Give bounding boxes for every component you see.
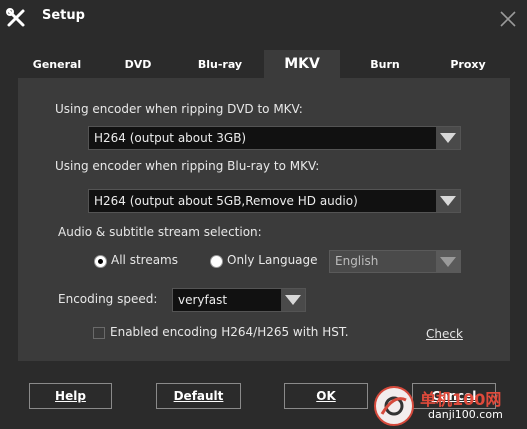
bluray-encoder-label: Using encoder when ripping Blu-ray to MK… — [55, 159, 320, 173]
chevron-down-icon[interactable] — [436, 251, 460, 272]
radio-unchecked-icon[interactable] — [210, 255, 223, 268]
help-button-label: Help — [55, 389, 86, 403]
tools-icon — [6, 8, 25, 27]
tab-bluray[interactable]: Blu-ray — [182, 51, 258, 78]
site-logo-icon — [374, 386, 414, 426]
site-watermark: 单机100网 danji100.com — [370, 384, 527, 429]
default-button-label: Default — [173, 389, 224, 403]
tab-burn[interactable]: Burn — [348, 51, 422, 78]
chevron-down-icon[interactable] — [436, 190, 460, 212]
close-icon[interactable] — [499, 10, 517, 28]
dvd-encoder-value: H264 (output about 3GB) — [94, 131, 247, 145]
tab-mkv[interactable]: MKV — [264, 50, 340, 78]
title-bar: Setup — [0, 0, 527, 38]
watermark-url: danji100.com — [428, 408, 503, 421]
ok-button-label: OK — [316, 389, 336, 403]
mkv-settings-panel: Using encoder when ripping DVD to MKV: H… — [18, 78, 510, 361]
only-language-radio[interactable]: Only Language — [210, 253, 320, 269]
hst-label: Enabled encoding H264/H265 with HST. — [110, 325, 349, 339]
help-button[interactable]: Help — [29, 383, 112, 409]
stream-selection-label: Audio & subtitle stream selection: — [58, 225, 262, 239]
tab-proxy[interactable]: Proxy — [430, 51, 506, 78]
language-select[interactable]: English — [329, 250, 461, 273]
hst-checkbox[interactable] — [93, 327, 105, 339]
language-value: English — [335, 254, 379, 268]
dvd-encoder-select[interactable]: H264 (output about 3GB) — [88, 126, 461, 150]
watermark-site-name: 单机100网 — [420, 390, 502, 409]
all-streams-radio[interactable]: All streams — [94, 253, 194, 269]
encoding-speed-select[interactable]: veryfast — [172, 288, 306, 312]
ok-button[interactable]: OK — [284, 383, 368, 409]
tab-bar: General DVD Blu-ray MKV Burn Proxy — [18, 50, 510, 78]
tab-general[interactable]: General — [18, 51, 96, 78]
only-language-label: Only Language — [227, 253, 318, 267]
all-streams-label: All streams — [111, 253, 178, 267]
encoding-speed-value: veryfast — [178, 293, 228, 307]
window-title: Setup — [42, 8, 85, 23]
check-link[interactable]: Check — [426, 327, 463, 341]
bluray-encoder-value: H264 (output about 5GB,Remove HD audio) — [94, 194, 358, 208]
chevron-down-icon[interactable] — [436, 127, 460, 149]
default-button[interactable]: Default — [156, 383, 241, 409]
tab-dvd[interactable]: DVD — [102, 51, 174, 78]
encoding-speed-label: Encoding speed: — [58, 292, 158, 306]
chevron-down-icon[interactable] — [281, 289, 305, 311]
bluray-encoder-select[interactable]: H264 (output about 5GB,Remove HD audio) — [88, 189, 461, 213]
dvd-encoder-label: Using encoder when ripping DVD to MKV: — [55, 102, 303, 116]
radio-checked-icon[interactable] — [94, 255, 107, 268]
